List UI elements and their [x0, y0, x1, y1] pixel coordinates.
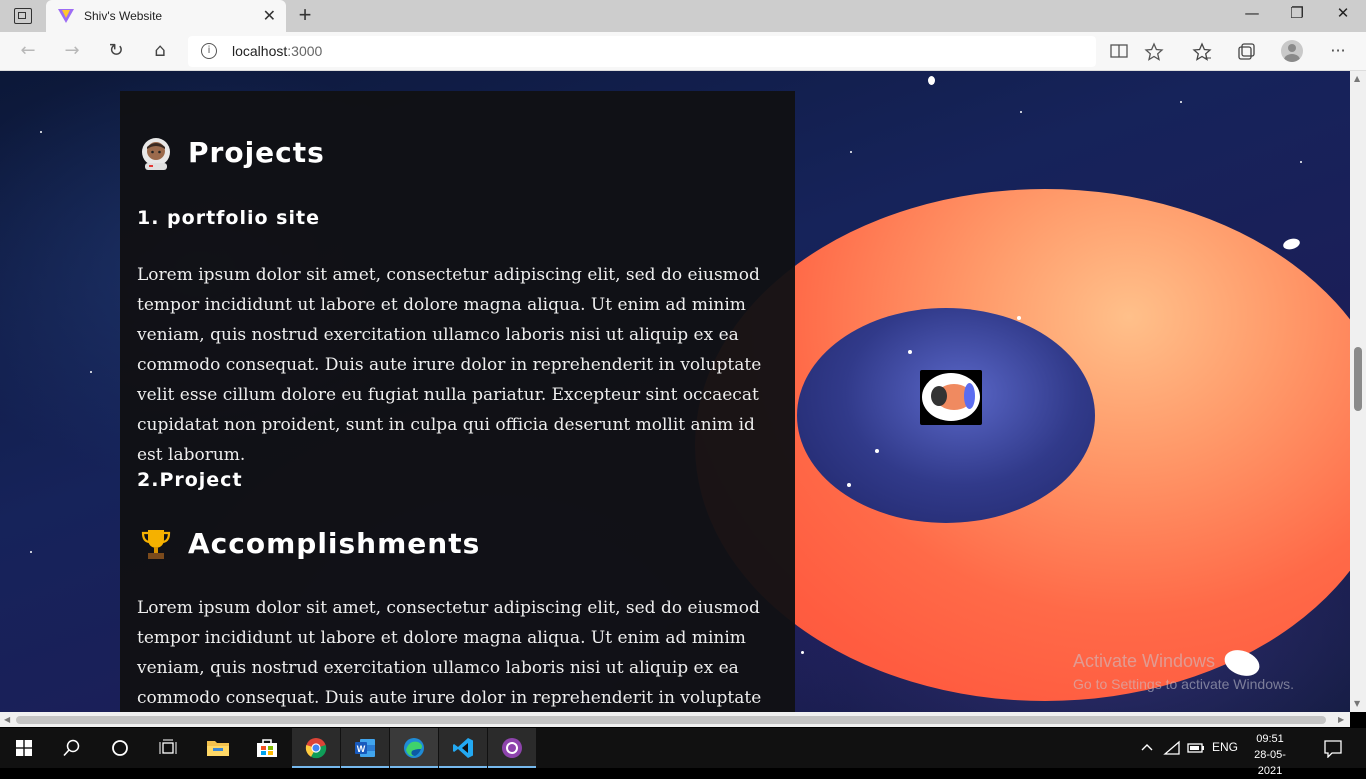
projects-heading: Projects	[188, 136, 325, 169]
scroll-right-arrow-icon[interactable]: ▶	[1338, 715, 1344, 724]
star	[908, 350, 912, 354]
astronaut-icon	[142, 138, 170, 170]
battery-icon[interactable]	[1187, 740, 1205, 756]
language-indicator[interactable]: ENG	[1212, 740, 1238, 754]
word-icon: W	[355, 739, 375, 757]
immersive-reader-icon[interactable]	[1110, 44, 1128, 60]
star	[1020, 111, 1022, 113]
cortana-icon	[112, 740, 128, 756]
add-favorite-icon[interactable]	[1144, 42, 1164, 62]
refresh-icon[interactable]: ↻	[104, 40, 128, 64]
windows-logo-icon	[16, 740, 32, 756]
star	[30, 551, 32, 553]
star	[850, 151, 852, 153]
search-button[interactable]	[48, 728, 96, 768]
star	[90, 371, 92, 373]
project-1-title: 1. portfolio site	[137, 207, 320, 229]
avatar-cube	[920, 370, 982, 425]
address-bar[interactable]: i localhost:3000	[188, 36, 1164, 67]
more-options-icon[interactable]: ···	[1326, 40, 1350, 64]
star	[1180, 101, 1182, 103]
file-explorer-button[interactable]	[194, 728, 242, 768]
star	[801, 651, 804, 654]
home-icon[interactable]: ⌂	[148, 40, 172, 64]
activation-watermark-title: Activate Windows	[1073, 651, 1216, 671]
search-icon	[63, 739, 80, 757]
network-icon[interactable]	[1163, 740, 1181, 756]
file-explorer-icon	[207, 741, 229, 756]
task-view-button[interactable]	[144, 728, 192, 768]
new-tab-button[interactable]: +	[292, 2, 318, 28]
star	[40, 131, 42, 133]
chrome-button[interactable]	[292, 728, 340, 768]
collections-icon[interactable]	[1236, 42, 1256, 62]
floating-particle	[1281, 236, 1302, 252]
edge-button[interactable]	[390, 728, 438, 768]
store-icon	[257, 739, 277, 757]
star	[1017, 316, 1021, 320]
notifications-icon[interactable]	[1324, 740, 1342, 758]
tab-close-icon[interactable]: ✕	[263, 6, 276, 26]
scroll-up-arrow-icon[interactable]: ▲	[1354, 74, 1360, 83]
accomplishments-heading: Accomplishments	[188, 527, 481, 560]
vite-logo-icon	[58, 9, 74, 23]
start-button[interactable]	[0, 728, 48, 768]
back-arrow-icon[interactable]: ←	[16, 40, 40, 64]
svg-text:W: W	[357, 744, 366, 754]
url-text[interactable]: localhost:3000	[232, 43, 322, 59]
word-button[interactable]: W	[341, 728, 389, 768]
cortana-button[interactable]	[96, 728, 144, 768]
trophy-icon	[141, 530, 171, 559]
minimize-button[interactable]: —	[1232, 4, 1272, 26]
tab-strip: Shiv's Website ✕ + — ❐ ✕	[0, 0, 1366, 32]
accomplishments-description: Lorem ipsum dolor sit amet, consectetur …	[137, 598, 762, 708]
clock-date: 28-05-2021	[1254, 749, 1286, 777]
profile-avatar[interactable]	[1281, 40, 1303, 62]
github-desktop-icon	[502, 738, 522, 758]
taskbar: W ENG 09:51 28-05-2021	[0, 728, 1366, 777]
star	[1300, 161, 1302, 163]
clock-time: 09:51	[1256, 733, 1284, 745]
address-toolbar: ← → ↻ ⌂ i localhost:3000 ···	[0, 32, 1366, 71]
browser-tab[interactable]: Shiv's Website ✕	[46, 0, 286, 32]
clock[interactable]: 09:51 28-05-2021	[1244, 731, 1296, 779]
restore-button[interactable]: ❐	[1277, 4, 1317, 26]
task-view-icon	[159, 739, 177, 754]
scroll-down-arrow-icon[interactable]: ▼	[1354, 699, 1360, 708]
horizontal-scroll-thumb[interactable]	[16, 716, 1326, 724]
store-button[interactable]	[243, 728, 291, 768]
horizontal-scrollbar[interactable]: ◀ ▶	[0, 712, 1350, 727]
favorites-icon[interactable]	[1192, 42, 1212, 62]
page-viewport: Projects 1. portfolio site Lorem ipsum d…	[0, 71, 1350, 712]
tab-title: Shiv's Website	[84, 9, 163, 23]
floating-particle	[928, 76, 935, 85]
chrome-icon	[305, 738, 327, 759]
scroll-left-arrow-icon[interactable]: ◀	[4, 715, 10, 724]
vscode-icon	[453, 738, 473, 758]
star	[847, 483, 851, 487]
forward-arrow-icon[interactable]: →	[60, 40, 84, 64]
vertical-scroll-thumb[interactable]	[1354, 347, 1362, 411]
tray-overflow-chevron-icon[interactable]	[1141, 742, 1153, 754]
project-1-description: Lorem ipsum dolor sit amet, consectetur …	[137, 265, 762, 465]
github-desktop-button[interactable]	[488, 728, 536, 768]
project-2-title: 2.Project	[137, 469, 243, 491]
vscode-button[interactable]	[439, 728, 487, 768]
site-info-icon[interactable]: i	[201, 43, 217, 59]
star	[875, 449, 879, 453]
vertical-scrollbar[interactable]: ▲ ▼	[1350, 71, 1366, 712]
close-window-button[interactable]: ✕	[1323, 4, 1363, 26]
activation-watermark-subtitle: Go to Settings to activate Windows.	[1073, 676, 1294, 692]
edge-icon	[404, 738, 424, 758]
tab-actions-icon[interactable]	[14, 8, 32, 24]
